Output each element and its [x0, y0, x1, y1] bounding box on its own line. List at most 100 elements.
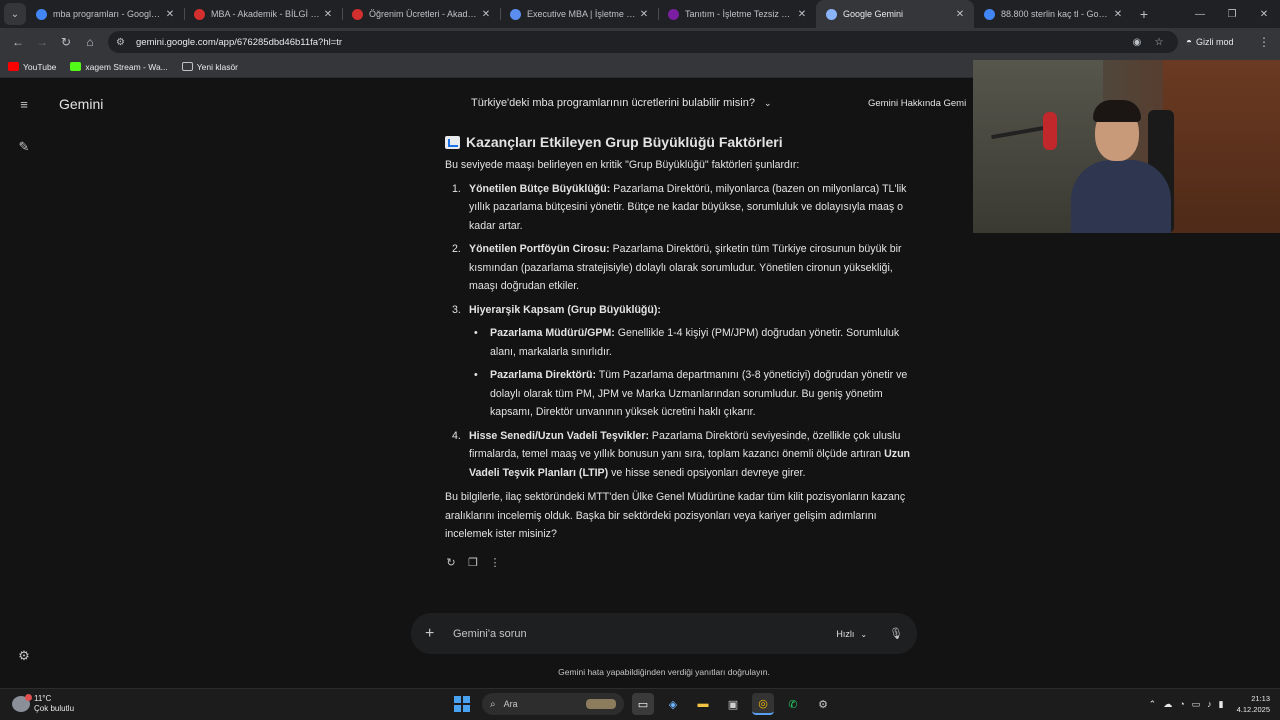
reload-button[interactable]: ↻	[54, 35, 78, 49]
item-title: Yönetilen Bütçe Büyüklüğü:	[469, 182, 611, 195]
prompt-input[interactable]: Gemini'a sorun	[453, 628, 836, 640]
file-explorer-icon[interactable]: ▬	[692, 693, 714, 715]
windows-start-icon[interactable]	[454, 696, 470, 712]
sub-item-title: Pazarlama Müdürü/GPM:	[490, 327, 615, 339]
bookmark-star-icon[interactable]: ☆	[1148, 37, 1170, 48]
gemini-logo-text[interactable]: Gemini	[59, 96, 103, 112]
eye-off-icon[interactable]: ◉	[1126, 37, 1148, 48]
close-tab-icon[interactable]: ✕	[164, 9, 176, 20]
user-icon[interactable]: ◔	[1179, 699, 1184, 709]
volume-icon[interactable]: ♪	[1207, 699, 1212, 709]
browser-tab[interactable]: Tanıtım - İşletme Tezsiz Yüksek✕	[658, 0, 816, 28]
regenerate-icon[interactable]: ↻	[445, 554, 457, 573]
bilgi-icon	[194, 8, 205, 20]
browser-tab[interactable]: Google Gemini ✕	[816, 0, 974, 28]
close-tab-icon[interactable]: ✕	[638, 9, 650, 20]
list-number: 2.	[452, 243, 461, 255]
taskbar-apps: ⌕ Ara ▭ ◈ ▬ ▣ ◎ ✆ ⚙	[454, 693, 834, 715]
close-tab-icon[interactable]: ✕	[1112, 9, 1124, 20]
list-number: 1.	[452, 182, 461, 195]
close-tab-icon[interactable]: ✕	[796, 9, 808, 20]
close-window-icon[interactable]: ✕	[1248, 9, 1280, 20]
chevron-up-icon[interactable]: ⌃	[1149, 699, 1157, 710]
section-heading: Kazançları Etkileyen Grup Büyüklüğü Fakt…	[445, 131, 920, 153]
list-number: 4.	[452, 429, 461, 442]
whatsapp-icon[interactable]: ✆	[782, 693, 804, 715]
copilot-icon[interactable]: ◈	[662, 693, 684, 715]
list-item: 1. Yönetilen Bütçe Büyüklüğü: Pazarlama D…	[445, 180, 920, 236]
item-title: Yönetilen Portföyün Cirosu:	[469, 243, 610, 255]
sub-list-item: Pazarlama Direktörü: Tüm Pazarlama depar…	[469, 366, 920, 422]
bookmark-item[interactable]: xagem Stream - Wa...	[70, 62, 168, 72]
tab-title: mba programları - Google'da A	[53, 9, 164, 19]
more-options-icon[interactable]: ⋮	[489, 554, 501, 573]
new-tab-button[interactable]: +	[1132, 6, 1156, 22]
browser-menu-icon[interactable]: ⋮	[1254, 35, 1274, 49]
close-tab-icon[interactable]: ✕	[322, 9, 334, 20]
restore-icon[interactable]: ❐	[1216, 9, 1248, 20]
menu-icon[interactable]: ≡	[14, 97, 34, 112]
cloud-icon	[12, 694, 32, 712]
incognito-label: Gizli mod	[1196, 37, 1234, 47]
incognito-indicator[interactable]: ◓ Gizli mod	[1186, 37, 1234, 48]
globe-icon	[510, 8, 521, 20]
conversation-title[interactable]: Türkiye'deki mba programlarının ücretler…	[471, 97, 772, 109]
forward-button[interactable]: →	[30, 35, 54, 49]
close-tab-icon[interactable]: ✕	[954, 9, 966, 20]
google-icon	[984, 8, 995, 20]
item-text-end: ve hisse senedi opsiyonları devreye gire…	[608, 466, 806, 479]
kick-icon	[70, 62, 82, 71]
bookmark-label: Yeni klasör	[196, 61, 239, 72]
tab-title: Öğrenim Ücretleri - Akademik	[369, 9, 480, 19]
browser-tab[interactable]: mba programları - Google'da A ✕	[26, 0, 184, 28]
address-bar[interactable]: ⚙ gemini.google.com/app/676285dbd46b11fa…	[108, 31, 1178, 53]
list-number: 3.	[452, 303, 461, 316]
item-title: Hiyerarşik Kapsam (Grup Büyüklüğü):	[469, 303, 661, 316]
browser-tab[interactable]: Öğrenim Ücretleri - Akademik ✕	[342, 0, 500, 28]
tab-search-button[interactable]: ⌄	[4, 3, 26, 25]
disclaimer-text: Gemini hata yapabildiğinden verdiği yanı…	[558, 667, 770, 677]
browser-tab[interactable]: 88.800 sterlin kaç tl - Google'd ✕	[974, 0, 1132, 28]
bookmark-item[interactable]: Yeni klasör	[181, 61, 239, 72]
chart-increasing-icon	[445, 135, 460, 149]
bilgi-icon	[352, 8, 363, 20]
minimize-icon[interactable]: —	[1184, 9, 1216, 20]
prompt-composer[interactable]: + Gemini'a sorun Hızlı ⌄ 🎙︎	[411, 613, 917, 654]
browser-tab[interactable]: MBA - Akademik - BİLGİ Lisans✕	[184, 0, 342, 28]
model-mode-selector[interactable]: Hızlı ⌄	[836, 629, 867, 639]
chrome-icon[interactable]: ◎	[752, 693, 774, 715]
add-attachment-icon[interactable]: +	[425, 625, 439, 643]
bookmark-item[interactable]: YouTube	[8, 62, 56, 72]
gemini-about-link[interactable]: Gemini Hakkında Gemi	[868, 98, 966, 109]
close-tab-icon[interactable]: ✕	[480, 9, 492, 20]
battery-icon[interactable]: ▮	[1219, 699, 1224, 710]
copy-icon[interactable]: ❐	[467, 554, 479, 573]
taskbar-search[interactable]: ⌕ Ara	[482, 693, 624, 715]
chevron-down-icon: ⌄	[860, 629, 868, 639]
microphone-illustration	[1043, 112, 1057, 150]
chevron-down-icon: ⌄	[764, 98, 772, 108]
item-title: Hisse Senedi/Uzun Vadeli Teşvikler:	[469, 429, 649, 442]
weather-condition: Çok bulutlu	[34, 704, 75, 713]
onedrive-cloud-icon[interactable]: ☁	[1163, 699, 1172, 710]
weather-widget[interactable]: 11°C Çok bulutlu	[12, 694, 74, 714]
display-icon[interactable]: ▭	[1192, 699, 1201, 710]
back-button[interactable]: ←	[6, 35, 30, 49]
store-icon[interactable]: ▣	[722, 693, 744, 715]
steam-icon[interactable]: ⚙	[812, 693, 834, 715]
list-item: 3. Hiyerarşik Kapsam (Grup Büyüklüğü): Paz…	[445, 301, 920, 422]
response-content: Kazançları Etkileyen Grup Büyüklüğü Fakt…	[445, 131, 920, 572]
clock[interactable]: 21:13 4.12.2025	[1237, 693, 1270, 715]
settings-gear-icon[interactable]: ⚙	[14, 648, 34, 664]
tab-title: MBA - Akademik - BİLGİ Lisans	[211, 9, 322, 19]
bookmark-label: YouTube	[23, 61, 57, 72]
microphone-icon[interactable]: 🎙︎	[889, 627, 903, 640]
sub-list: Pazarlama Müdürü/GPM: Genellikle 1-4 kiş…	[469, 324, 920, 422]
closing-paragraph: Bu bilgilerle, ilaç sektöründeki MTT'den…	[445, 491, 906, 540]
new-chat-icon[interactable]: ✎	[14, 139, 34, 155]
task-view-icon[interactable]: ▭	[632, 693, 654, 715]
home-button[interactable]: ⌂	[78, 35, 102, 49]
taskbar: 11°C Çok bulutlu ⌕ Ara ▭ ◈ ▬ ▣ ◎ ✆ ⚙ ⌃ ☁…	[0, 688, 1280, 720]
browser-tab[interactable]: Executive MBA | İşletme Bölüm✕	[500, 0, 658, 28]
site-info-icon[interactable]: ⚙	[116, 37, 130, 48]
